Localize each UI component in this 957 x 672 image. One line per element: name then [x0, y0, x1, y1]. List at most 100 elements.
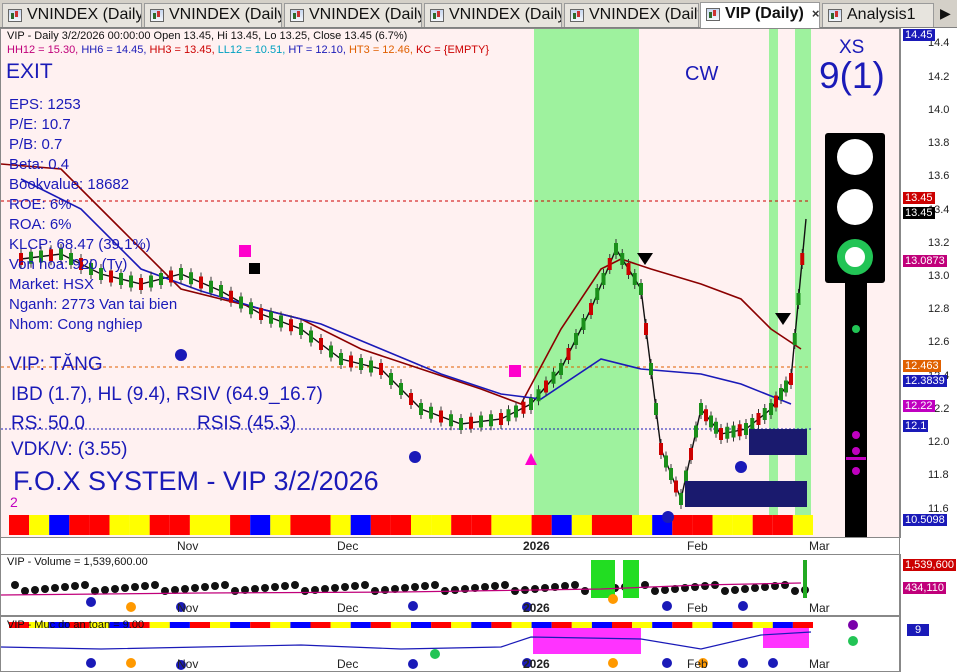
- tab-analysis1[interactable]: Analysis1: [822, 3, 934, 27]
- candle-body: [269, 311, 273, 324]
- volume-dot: [481, 583, 489, 591]
- candle-body: [219, 285, 223, 297]
- candle-body: [699, 403, 703, 415]
- candle-body: [199, 276, 203, 289]
- volume-dot: [781, 581, 789, 589]
- tab-vnindex-4[interactable]: VNINDEX (Daily): [424, 3, 562, 27]
- safety-strip-cell: [370, 622, 391, 628]
- candle-body: [369, 360, 373, 373]
- volume-dot: [461, 585, 469, 593]
- volume-dot: [341, 583, 349, 591]
- volume-dot: [661, 586, 669, 594]
- app-window: VNINDEX (Daily) VNINDEX (Daily) VNINDEX …: [0, 0, 957, 672]
- safety-strip-cell: [511, 622, 532, 628]
- price-level-label: 13.45: [903, 206, 935, 219]
- system-title: F.O.X SYSTEM - VIP 3/2/2026: [13, 466, 379, 496]
- candle-body: [544, 380, 548, 393]
- volume-dot: [451, 586, 459, 594]
- safety-strip-cell: [712, 622, 733, 628]
- pole-dot-green: [852, 325, 860, 333]
- price-tick: 13.6: [928, 170, 950, 183]
- volume-bar-green: [623, 560, 639, 598]
- price-tick: 14.0: [928, 103, 950, 116]
- price-level-label: 12.1: [903, 419, 929, 432]
- ibd-text: IBD (1.7), HL (9.4), RSIV (64.9_16.7): [11, 384, 323, 405]
- safety-axis: 9: [900, 616, 957, 672]
- traffic-lamp-middle: [837, 189, 873, 225]
- candle-body: [704, 409, 708, 422]
- tab-vnindex-2[interactable]: VNINDEX (Daily): [144, 3, 282, 27]
- candle-body: [279, 315, 283, 328]
- candle-body: [689, 448, 693, 460]
- candle-body: [669, 468, 673, 480]
- vol-date-feb: Feb: [687, 601, 708, 615]
- signal-strip-cell: [451, 515, 472, 535]
- candle-body: [595, 288, 600, 300]
- volume-marker-blue: [408, 601, 418, 611]
- pole-marker: [846, 457, 866, 460]
- safety-strip-cell: [692, 622, 713, 628]
- tab-vnindex-5[interactable]: VNINDEX (Daily): [564, 3, 699, 27]
- tab-vip-daily[interactable]: VIP (Daily) ×: [700, 2, 820, 28]
- chart-background: [1, 29, 899, 537]
- xs-value: 9(1): [819, 55, 885, 96]
- tab-vnindex-3[interactable]: VNINDEX (Daily): [284, 3, 422, 27]
- volume-dot: [491, 582, 499, 590]
- candle-body: [259, 308, 263, 320]
- volume-dot: [691, 583, 699, 591]
- volume-dot: [281, 582, 289, 590]
- candle-body: [249, 302, 253, 315]
- fundamental-item: ROA: 6%: [9, 216, 72, 233]
- volume-pane[interactable]: VIP - Volume = 1,539,600.00 Nov Dec 2026…: [0, 554, 900, 616]
- candle-body: [139, 278, 143, 290]
- candle-body: [649, 363, 653, 375]
- price-tick: 13.8: [928, 137, 950, 150]
- candle-body: [789, 373, 793, 385]
- volume-dot: [81, 581, 89, 589]
- safety-strip-cell: [772, 622, 793, 628]
- signal-strip-cell: [792, 515, 813, 535]
- safety-strip-cell: [149, 622, 170, 628]
- candle-body: [551, 371, 556, 384]
- traffic-light: [825, 133, 885, 283]
- candle-body: [239, 296, 243, 309]
- candle-body: [189, 272, 193, 285]
- candle-body: [449, 414, 453, 427]
- tab-vnindex-1[interactable]: VNINDEX (Daily): [2, 3, 142, 27]
- signal-strip-cell: [89, 515, 110, 535]
- tab-scroll-arrow[interactable]: ▶: [940, 5, 951, 22]
- safety-pane[interactable]: VIP - Muc do an toan = 9.00 Nov Dec 2026…: [0, 616, 900, 672]
- marker-circle: [175, 349, 187, 361]
- signal-strip-cell: [330, 515, 351, 535]
- signal-strip-cell: [49, 515, 70, 535]
- price-pane[interactable]: VIP - Daily 3/2/2026 00:00:00 Open 13.45…: [0, 28, 900, 538]
- volume-dot: [11, 581, 19, 589]
- tab-bar: VNINDEX (Daily) VNINDEX (Daily) VNINDEX …: [0, 0, 957, 28]
- close-icon[interactable]: ×: [812, 6, 819, 21]
- candle-body: [359, 358, 363, 370]
- volume-dot: [131, 583, 139, 591]
- signal-strip-cell: [551, 515, 572, 535]
- signal-strip-cell: [571, 515, 592, 535]
- signal-strip-cell: [471, 515, 492, 535]
- cw-label: CW: [685, 63, 719, 85]
- pole-dot-magenta: [852, 467, 860, 475]
- volume-dot: [501, 581, 509, 589]
- level-ht: HT = 12.10,: [288, 44, 349, 56]
- signal-strip-cell: [431, 515, 452, 535]
- safety-strip-cell: [571, 622, 592, 628]
- safety-strip-cell: [471, 622, 492, 628]
- pole-dot-magenta: [852, 431, 860, 439]
- safety-strip-cell: [210, 622, 231, 628]
- marker-circle: [409, 451, 421, 463]
- exit-label: EXIT: [6, 60, 53, 83]
- candle-body: [581, 318, 586, 330]
- candle-body: [756, 413, 761, 425]
- ohlc-header: VIP - Daily 3/2/2026 00:00:00 Open 13.45…: [7, 30, 408, 42]
- candle-body: [644, 323, 648, 335]
- signal-strip-cell: [270, 515, 291, 535]
- safety-strip-cell: [451, 622, 472, 628]
- candle-body: [762, 408, 767, 420]
- volume-dot: [231, 587, 239, 595]
- candle-body: [521, 401, 526, 414]
